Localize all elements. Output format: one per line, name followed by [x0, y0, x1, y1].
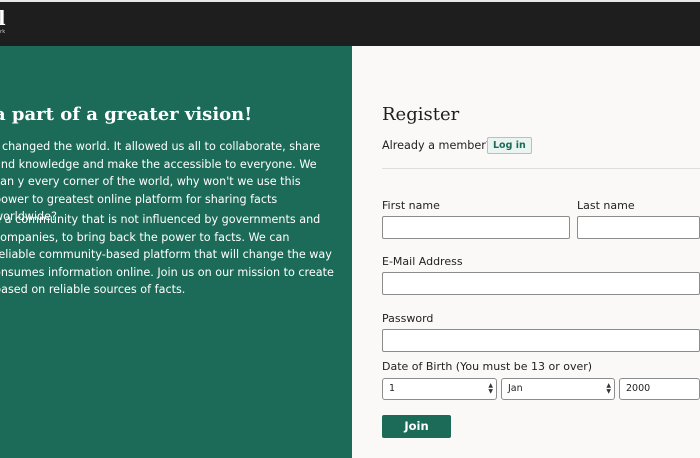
first-name-label: First name — [382, 199, 440, 212]
hero-panel: a part of a greater vision! t changed th… — [0, 46, 352, 458]
dob-year-value: 2000 — [626, 383, 651, 394]
hero-title: a part of a greater vision! — [0, 104, 253, 125]
dob-month-value: Jan — [508, 383, 523, 394]
logo[interactable]: l — [0, 8, 6, 28]
dob-year-select[interactable]: 2000 — [619, 378, 700, 400]
updown-caret-icon: ▲ ▼ — [606, 382, 611, 395]
password-input[interactable] — [382, 329, 700, 352]
login-button[interactable]: Log in — [487, 137, 532, 154]
first-name-input[interactable] — [382, 216, 570, 239]
logo-subtitle: rk — [0, 29, 6, 35]
updown-caret-icon: ▲ ▼ — [488, 382, 493, 395]
hero-paragraph-2: d a community that is not influenced by … — [0, 213, 334, 296]
password-label: Password — [382, 312, 434, 325]
dob-day-select[interactable]: 1 ▲ ▼ — [382, 378, 497, 400]
dob-day-value: 1 — [389, 383, 396, 394]
register-title: Register — [382, 104, 460, 125]
already-member-text: Already a member? — [382, 139, 492, 152]
email-label: E-Mail Address — [382, 255, 463, 268]
join-button[interactable]: Join — [382, 415, 451, 438]
register-panel: Register Already a member? Log in First … — [352, 46, 700, 458]
last-name-label: Last name — [577, 199, 635, 212]
dob-label: Date of Birth (You must be 13 or over) — [382, 360, 593, 373]
last-name-input[interactable] — [577, 216, 700, 239]
divider — [382, 168, 700, 169]
dob-month-select[interactable]: Jan ▲ ▼ — [501, 378, 615, 400]
email-input[interactable] — [382, 272, 700, 295]
top-header: l rk — [0, 0, 700, 46]
